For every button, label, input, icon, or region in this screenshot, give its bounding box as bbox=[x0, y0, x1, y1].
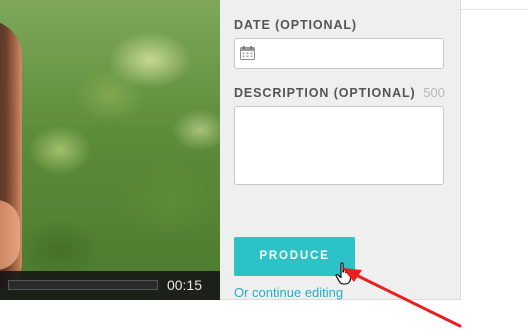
calendar-icon[interactable] bbox=[240, 46, 255, 60]
date-label: DATE (OPTIONAL) bbox=[234, 18, 357, 32]
red-arrow-annotation bbox=[342, 268, 462, 328]
details-panel: DATE (OPTIONAL) DESCRIPTION (OPTIONAL) 5… bbox=[220, 0, 461, 300]
video-controls: 00:15 bbox=[0, 271, 220, 300]
date-input[interactable] bbox=[234, 38, 444, 69]
video-time: 00:15 bbox=[166, 277, 202, 293]
page: 00:15 DATE (OPTIONAL) DESCRIPTION (OPTIO… bbox=[0, 0, 528, 330]
video-progress-bar[interactable] bbox=[8, 280, 158, 290]
description-label: DESCRIPTION (OPTIONAL) bbox=[234, 86, 416, 100]
description-textarea[interactable] bbox=[234, 106, 444, 185]
video-preview[interactable]: 00:15 bbox=[0, 0, 220, 300]
continue-editing-link[interactable]: Or continue editing bbox=[234, 285, 343, 300]
description-char-count: 500 bbox=[423, 85, 445, 100]
